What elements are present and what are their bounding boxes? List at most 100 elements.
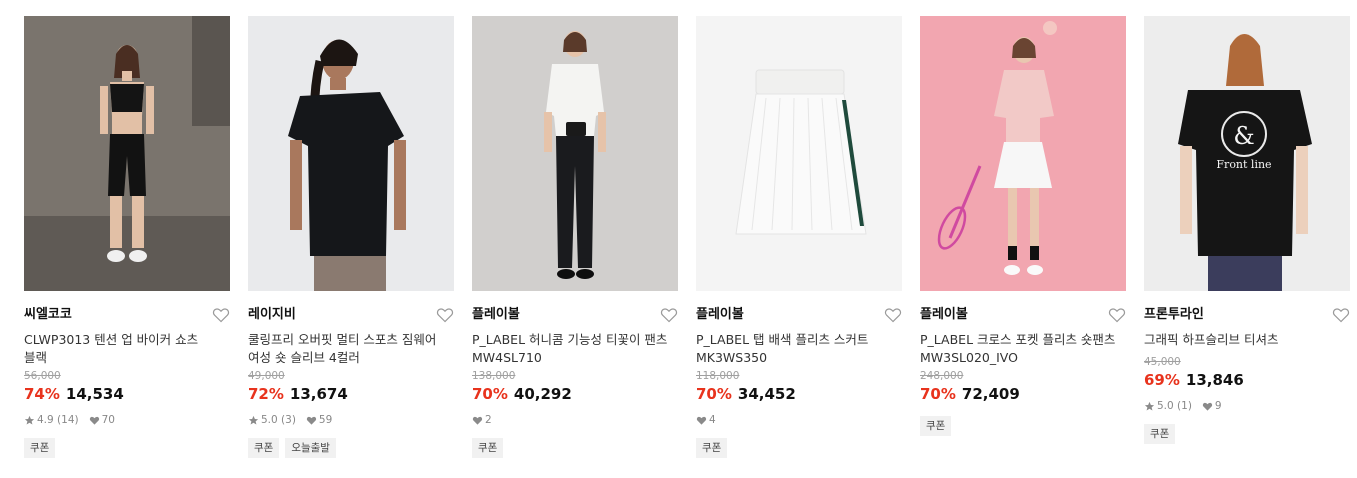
- product-name-line1: P_LABEL 허니콤 기능성 티꽃이 팬츠: [472, 332, 668, 347]
- product-name[interactable]: P_LABEL 크로스 포켓 플리츠 숏팬츠 MW3SL020_IVO: [920, 331, 1126, 367]
- review-meta: 4.9 (14) 70: [24, 413, 230, 427]
- product-photo: [24, 16, 230, 291]
- brand-name[interactable]: 플레이볼: [920, 306, 1126, 324]
- product-photo: [920, 16, 1126, 291]
- product-photo: & Front line: [1144, 16, 1350, 291]
- product-photo: [472, 16, 678, 291]
- product-image[interactable]: [24, 16, 230, 291]
- rating-group: 5.0 (3): [248, 413, 296, 427]
- price-row: 70% 72,409: [920, 384, 1126, 404]
- rating-value: 5.0: [1157, 400, 1174, 412]
- product-photo: [696, 16, 902, 291]
- like-count: 4: [709, 414, 716, 426]
- brand-name[interactable]: 레이지비: [248, 306, 454, 324]
- same-day-shipping-badge: 오늘출발: [285, 438, 336, 458]
- product-grid: 씨엘코코 CLWP3013 텐션 업 바이커 쇼츠 블랙 56,000 74% 1…: [0, 0, 1357, 478]
- badge-list: 쿠폰: [472, 438, 678, 458]
- heart-icon: [306, 415, 317, 426]
- heart-icon: [472, 415, 483, 426]
- badge-list: 쿠폰: [696, 438, 902, 458]
- likes-group: 59: [306, 413, 332, 427]
- sale-price: 40,292: [513, 385, 572, 403]
- brand-name[interactable]: 프론투라인: [1144, 306, 1350, 324]
- review-count: (14): [57, 414, 79, 426]
- discount-rate: 74%: [24, 385, 60, 403]
- discount-rate: 69%: [1144, 371, 1180, 389]
- badge-list: 쿠폰 오늘출발: [248, 438, 454, 458]
- product-card[interactable]: 레이지비 쿨링프리 오버핏 멀티 스포츠 짐웨어 여성 숏 슬리브 4컬러 49…: [248, 16, 454, 458]
- original-price: 118,000: [696, 370, 740, 382]
- product-name[interactable]: CLWP3013 텐션 업 바이커 쇼츠 블랙: [24, 331, 230, 367]
- like-count: 2: [485, 414, 492, 426]
- price-row: 74% 14,534: [24, 384, 230, 404]
- wishlist-heart-icon[interactable]: [1332, 306, 1350, 324]
- wishlist-heart-icon[interactable]: [212, 306, 230, 324]
- star-icon: [24, 415, 35, 426]
- product-card[interactable]: 플레이볼 P_LABEL 허니콤 기능성 티꽃이 팬츠 MW4SL710 138…: [472, 16, 678, 458]
- product-name-line1: CLWP3013 텐션 업 바이커 쇼츠: [24, 332, 199, 347]
- product-name[interactable]: 그래픽 하프슬리브 티셔츠: [1144, 331, 1350, 349]
- review-count: (3): [281, 414, 296, 426]
- review-meta: 2: [472, 413, 678, 427]
- brand-name[interactable]: 플레이볼: [696, 306, 902, 324]
- wishlist-heart-icon[interactable]: [660, 306, 678, 324]
- product-name[interactable]: P_LABEL 허니콤 기능성 티꽃이 팬츠 MW4SL710: [472, 331, 678, 367]
- star-icon: [1144, 401, 1155, 412]
- product-card[interactable]: 플레이볼 P_LABEL 크로스 포켓 플리츠 숏팬츠 MW3SL020_IVO…: [920, 16, 1126, 436]
- heart-icon: [696, 415, 707, 426]
- product-name-line1: 그래픽 하프슬리브 티셔츠: [1144, 332, 1279, 347]
- sale-price: 72,409: [961, 385, 1020, 403]
- product-image[interactable]: & Front line: [1144, 16, 1350, 291]
- product-name-line2: MW3SL020_IVO: [920, 350, 1018, 365]
- sale-price: 14,534: [65, 385, 124, 403]
- review-meta: 5.0 (1) 9: [1144, 399, 1350, 413]
- product-card[interactable]: 씨엘코코 CLWP3013 텐션 업 바이커 쇼츠 블랙 56,000 74% 1…: [24, 16, 230, 458]
- product-name-line2: MW4SL710: [472, 350, 542, 365]
- brand-name[interactable]: 플레이볼: [472, 306, 678, 324]
- coupon-badge: 쿠폰: [472, 438, 504, 458]
- product-name[interactable]: 쿨링프리 오버핏 멀티 스포츠 짐웨어 여성 숏 슬리브 4컬러: [248, 331, 454, 367]
- original-price: 56,000: [24, 370, 61, 382]
- product-name-line1: P_LABEL 탭 배색 플리츠 스커트: [696, 332, 869, 347]
- wishlist-heart-icon[interactable]: [1108, 306, 1126, 324]
- heart-icon: [1202, 401, 1213, 412]
- star-icon: [248, 415, 259, 426]
- product-image[interactable]: [920, 16, 1126, 291]
- price-row: 70% 34,452: [696, 384, 902, 404]
- wishlist-heart-icon[interactable]: [436, 306, 454, 324]
- product-image[interactable]: [696, 16, 902, 291]
- original-price: 138,000: [472, 370, 516, 382]
- product-photo: [248, 16, 454, 291]
- price-row: 72% 13,674: [248, 384, 454, 404]
- like-count: 70: [101, 414, 115, 426]
- likes-group: 70: [89, 413, 115, 427]
- product-image[interactable]: [248, 16, 454, 291]
- product-card[interactable]: & Front line 프론투라인 그래픽 하프슬리브 티셔츠 45,000 …: [1144, 16, 1350, 444]
- coupon-badge: 쿠폰: [1144, 424, 1176, 444]
- badge-list: 쿠폰: [1144, 424, 1350, 444]
- like-count: 59: [318, 414, 333, 426]
- discount-rate: 72%: [248, 385, 284, 403]
- product-name[interactable]: P_LABEL 탭 배색 플리츠 스커트 MK3WS350: [696, 331, 902, 367]
- product-name-line1: 쿨링프리 오버핏 멀티 스포츠 짐웨어: [248, 332, 437, 347]
- discount-rate: 70%: [920, 385, 956, 403]
- sale-price: 13,674: [289, 385, 348, 403]
- price-row: 70% 40,292: [472, 384, 678, 404]
- likes-group: 2: [472, 413, 492, 427]
- sale-price: 34,452: [737, 385, 796, 403]
- likes-group: 9: [1202, 399, 1222, 413]
- rating-group: 4.9 (14): [24, 413, 79, 427]
- review-count: (1): [1177, 400, 1192, 412]
- svg-text:&: &: [1233, 122, 1254, 150]
- product-card[interactable]: 플레이볼 P_LABEL 탭 배색 플리츠 스커트 MK3WS350 118,0…: [696, 16, 902, 458]
- discount-rate: 70%: [696, 385, 732, 403]
- rating-group: 5.0 (1): [1144, 399, 1192, 413]
- wishlist-heart-icon[interactable]: [884, 306, 902, 324]
- original-price: 45,000: [1144, 356, 1181, 368]
- review-meta: 4: [696, 413, 902, 427]
- coupon-badge: 쿠폰: [920, 416, 952, 436]
- brand-name[interactable]: 씨엘코코: [24, 306, 230, 324]
- discount-rate: 70%: [472, 385, 508, 403]
- heart-icon: [89, 415, 100, 426]
- product-image[interactable]: [472, 16, 678, 291]
